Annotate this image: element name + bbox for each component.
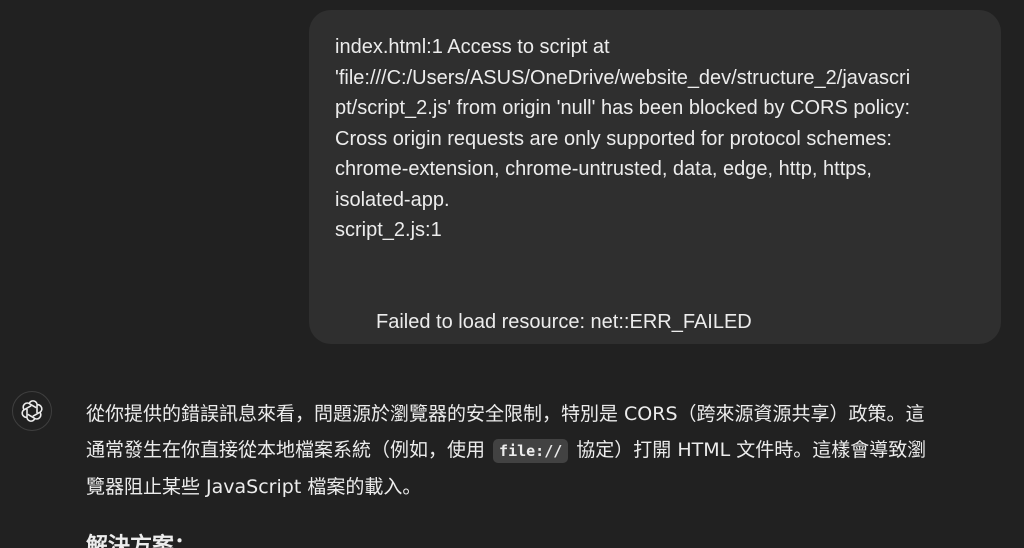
user-message-line: 'file:///C:/Users/ASUS/OneDrive/website_… bbox=[335, 66, 911, 89]
assistant-message-line: 從你提供的錯誤訊息來看，問題源於瀏覽器的安全限制，特別是 CORS（跨來源資源共… bbox=[86, 403, 925, 425]
blank-space bbox=[335, 246, 975, 307]
assistant-text-segment: 協定）打開 HTML 文件時。這樣會導致瀏 bbox=[570, 439, 927, 461]
user-message-line: Cross origin requests are only supported… bbox=[335, 127, 892, 150]
user-message-error-line: Failed to load resource: net::ERR_FAILED bbox=[376, 310, 752, 333]
user-message-line: pt/script_2.js' from origin 'null' has b… bbox=[335, 97, 911, 119]
user-message-line: index.html:1 Access to script at bbox=[335, 36, 610, 58]
inline-code: file:// bbox=[493, 439, 569, 463]
solution-heading: 解決方案： bbox=[86, 534, 197, 548]
assistant-message-line: 覽器阻止某些 JavaScript 檔案的載入。 bbox=[86, 476, 422, 498]
user-message-line: script_2.js:1 bbox=[335, 219, 442, 241]
openai-logo-icon bbox=[21, 400, 43, 422]
user-message-line: isolated-app. bbox=[335, 188, 450, 211]
assistant-message-line: 通常發生在你直接從本地檔案系統（例如，使用 file:// 協定）打開 HTML… bbox=[86, 432, 1006, 469]
user-message-line: chrome-extension, chrome-untrusted, data… bbox=[335, 158, 872, 180]
user-message-bubble: index.html:1 Access to script at 'file:/… bbox=[309, 10, 1001, 344]
assistant-text-segment: 通常發生在你直接從本地檔案系統（例如，使用 bbox=[86, 439, 492, 461]
chat-page: index.html:1 Access to script at 'file:/… bbox=[0, 0, 1024, 548]
assistant-message: 從你提供的錯誤訊息來看，問題源於瀏覽器的安全限制，特別是 CORS（跨來源資源共… bbox=[86, 396, 1006, 505]
assistant-avatar bbox=[12, 391, 52, 431]
